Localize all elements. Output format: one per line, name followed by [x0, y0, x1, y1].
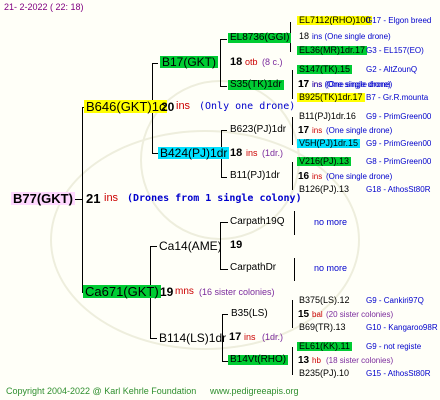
B14Vt-note: (18 sister colonies): [326, 356, 394, 365]
gen4-detail-2: G3 - EL157(EO): [366, 46, 424, 55]
B424-note: (1dr.): [262, 148, 284, 158]
gen4-detail-9: G18 - AthosSt80R: [366, 185, 431, 194]
gen4-detail-1: ins (One single drone): [312, 32, 391, 41]
print-date: 21- 2-2022 ( 22: 18): [4, 2, 84, 12]
root-number: 21: [86, 191, 101, 206]
gen4-queen-7[interactable]: V5H(PJ)1dr.15: [297, 139, 361, 148]
gen4-detail-8: G8 - PrimGreen00: [366, 157, 432, 166]
B17-number: 18: [230, 56, 243, 68]
gen4-queen-6[interactable]: B11(PJ)1dr.16: [297, 112, 358, 121]
B424-unit: ins: [246, 148, 258, 158]
CarpathDr-note: no more: [314, 263, 348, 273]
gen4-detail-4: ins (One single drone): [312, 80, 391, 89]
connector-line: [292, 70, 293, 99]
connector-line: [82, 107, 83, 293]
connector-line: [294, 211, 295, 235]
queen-Ca671[interactable]: Ca671(GKT): [83, 285, 161, 298]
connector-line: [220, 86, 227, 87]
B646-number: 20: [161, 100, 175, 114]
gen4-detail-3: G2 - AltZounQ: [366, 65, 418, 74]
queen-B35[interactable]: B35(LS): [229, 309, 270, 319]
gen4-queen-3[interactable]: S147(TK).15: [297, 65, 353, 74]
connector-line: [292, 162, 293, 190]
B17-note: (8 c.): [262, 57, 283, 67]
B11-number: 16: [298, 171, 310, 182]
queen-B424[interactable]: B424(PJ)1dr: [158, 147, 230, 159]
gen4-queen-9[interactable]: B126(PJ).13: [297, 185, 351, 194]
gen4-detail-7: G9 - PrimGreen00: [366, 139, 432, 148]
queen-EL8736[interactable]: EL8736(GGI): [228, 33, 292, 43]
B35-unit: bal: [312, 310, 323, 319]
gen4-queen-4[interactable]: 17: [297, 80, 311, 89]
root-unit: ins: [104, 192, 119, 204]
gen4-queen-5[interactable]: B925(TK)1dr.17: [297, 93, 365, 102]
queen-S35[interactable]: S35(TK)1dr: [228, 80, 284, 90]
gen4-queen-11[interactable]: B69(TR).13: [297, 323, 348, 332]
Ca671-unit: mns: [175, 286, 194, 297]
gen4-queen-13[interactable]: B235(PJ).10: [297, 369, 351, 378]
connector-line: [221, 177, 227, 178]
pedigree-page: 21- 2-2022 ( 22: 18) Copyright 2004-2022…: [0, 0, 440, 400]
connector-line: [292, 117, 293, 145]
gen4-queen-10[interactable]: B375(LS).12: [297, 296, 352, 305]
queen-B646[interactable]: B646(GKT)1c: [84, 100, 168, 113]
connector-line: [220, 222, 228, 223]
B623-unit: ins: [312, 126, 323, 135]
B14Vt-number: 13: [298, 355, 310, 366]
Ca14-number: 19: [230, 239, 243, 251]
copyright-text: Copyright 2004-2022 @ Karl Kehrle Founda…: [6, 386, 197, 396]
site-url-link[interactable]: www.pedigreeapis.org: [210, 387, 299, 396]
queen-B114[interactable]: B114(LS)1dr: [157, 332, 228, 344]
B424-number: 18: [230, 147, 243, 159]
connector-line: [221, 130, 227, 131]
B11-note: (One single drone): [326, 172, 393, 181]
connector-line: [220, 269, 228, 270]
connector-line: [150, 246, 157, 247]
queen-Carpath19Q[interactable]: Carpath19Q: [228, 217, 286, 227]
B114-note: (1dr.): [262, 332, 284, 342]
B623-number: 17: [298, 125, 310, 136]
gen4-detail-11: G10 - Kangaroo98R: [366, 323, 438, 332]
gen4-detail-12: G9 - not registe: [366, 342, 422, 351]
gen4-queen-2[interactable]: EL36(MR)1dr.17: [297, 46, 368, 55]
queen-B14Vt[interactable]: B14Vt(RHO): [228, 355, 289, 365]
connector-line: [294, 258, 295, 281]
gen4-detail-10: G9 - Cankiri97Q: [366, 296, 424, 305]
B114-unit: ins: [244, 332, 256, 342]
gen4-detail-6: G9 - PrimGreen00: [366, 112, 432, 121]
queen-B17[interactable]: B17(GKT): [160, 56, 219, 68]
connector-line: [150, 338, 157, 339]
connector-line: [220, 39, 221, 86]
connector-line: [292, 300, 293, 328]
B35-note: (20 sister colonies): [326, 310, 394, 319]
gen4-detail-0: G17 - Elgon breed: [366, 16, 432, 25]
root-queen-B77[interactable]: B77(GKT): [11, 192, 75, 205]
gen4-queen-0[interactable]: EL7112(RHO)100: [297, 16, 373, 25]
gen4-queen-1[interactable]: 18: [297, 32, 311, 41]
Ca671-note: (16 sister colonies): [199, 287, 275, 297]
gen4-detail-13: G15 - AthosSt80R: [366, 369, 431, 378]
B14Vt-unit: hb: [312, 356, 321, 365]
queen-Ca14[interactable]: Ca14(AME): [157, 240, 224, 252]
gen4-queen-12[interactable]: EL61(KK).11: [297, 342, 352, 351]
Carpath19Q-note: no more: [314, 217, 348, 227]
connector-line: [152, 63, 158, 64]
connector-line: [222, 314, 228, 315]
B114-number: 17: [229, 331, 242, 343]
root-note: (Drones from 1 single colony): [127, 193, 302, 204]
B11-unit: ins: [312, 172, 323, 181]
B623-note: (One single drone): [326, 126, 393, 135]
connector-line: [220, 39, 227, 40]
queen-B623[interactable]: B623(PJ)1dr: [228, 125, 288, 135]
B646-note: (Only one drone): [199, 101, 296, 112]
B646-unit: ins: [176, 100, 191, 112]
B35-number: 15: [298, 309, 310, 320]
queen-CarpathDr[interactable]: CarpathDr: [228, 263, 278, 273]
connector-line: [292, 347, 293, 375]
B17-unit: otb: [245, 57, 258, 67]
gen4-queen-8[interactable]: V216(PJ).13: [297, 157, 352, 166]
Ca671-number: 19: [160, 285, 174, 299]
gen4-detail-5: B7 - Gr.R.mounta: [366, 93, 429, 102]
queen-B11[interactable]: B11(PJ)1dr: [228, 171, 282, 181]
